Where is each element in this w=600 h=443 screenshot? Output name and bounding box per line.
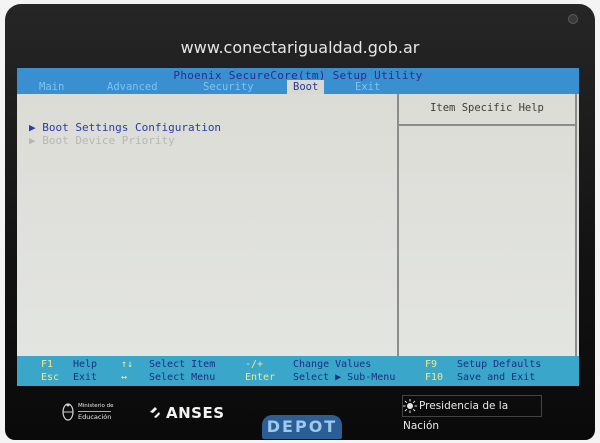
f10-key: F10 — [425, 372, 444, 383]
tab-exit[interactable]: Exit — [349, 80, 386, 94]
f1-key: F1 — [41, 359, 54, 370]
select-submenu-hint: Select ▶ Sub-Menu — [293, 372, 396, 383]
plus-minus-key: -/+ — [245, 359, 264, 370]
setup-defaults-hint: Setup Defaults — [457, 359, 542, 370]
submenu-arrow-icon: ▶ — [29, 134, 36, 147]
sun-emblem-icon — [403, 399, 417, 413]
help-panel-divider — [397, 94, 399, 356]
submenu-arrow-icon: ▶ — [29, 121, 36, 134]
tab-advanced[interactable]: Advanced — [101, 80, 164, 94]
exit-hint: Exit — [73, 372, 98, 383]
anses-text: ANSES — [166, 404, 225, 422]
change-values-hint: Change Values — [293, 359, 372, 370]
select-item-hint: Select Item — [149, 359, 216, 370]
anses-logo: ANSES — [148, 404, 225, 424]
anses-mark-icon — [150, 407, 160, 418]
tab-main[interactable]: Main — [33, 80, 70, 94]
bezel-branding: Ministerio de Educación ANSES DEPOT Pres… — [0, 388, 600, 443]
presidencia-logo: Presidencia de la Nación — [402, 395, 542, 432]
bios-tab-bar: Main Advanced Security Boot Exit — [17, 80, 579, 94]
help-title-rule — [399, 124, 575, 126]
help-hint: Help — [73, 359, 98, 370]
tab-boot[interactable]: Boot — [287, 80, 325, 94]
menu-item-label: Boot Device Priority — [42, 134, 175, 147]
f9-key: F9 — [425, 359, 438, 370]
depot-logo: DEPOT — [262, 415, 342, 439]
webcam-icon — [568, 14, 578, 24]
presidencia-text: Presidencia de la Nación — [403, 400, 509, 432]
ministerio-line1: Ministerio de — [78, 403, 114, 409]
bios-content: ▶ Boot Settings Configuration ▶ Boot Dev… — [17, 94, 579, 356]
bios-screen: Phoenix SecureCore(tm) Setup Utility Mai… — [17, 68, 579, 386]
esc-key: Esc — [41, 372, 60, 383]
menu-item-label: Boot Settings Configuration — [42, 121, 222, 134]
item-specific-help-title: Item Specific Help — [430, 102, 544, 114]
menu-item-boot-device-priority[interactable]: ▶ Boot Device Priority — [29, 134, 175, 148]
bios-title-bar: Phoenix SecureCore(tm) Setup Utility Mai… — [17, 68, 579, 94]
left-right-arrows-icon: ↔ — [121, 372, 128, 383]
coat-of-arms-icon — [62, 403, 74, 421]
ministerio-educacion-logo: Ministerio de Educación — [62, 402, 120, 426]
bezel-url: www.conectarigualdad.gob.ar — [180, 38, 420, 57]
tab-security[interactable]: Security — [197, 80, 260, 94]
select-menu-hint: Select Menu — [149, 372, 216, 383]
enter-key: Enter — [245, 372, 276, 383]
menu-item-boot-settings[interactable]: ▶ Boot Settings Configuration — [29, 121, 221, 135]
save-and-exit-hint: Save and Exit — [457, 372, 536, 383]
help-panel-border — [575, 94, 577, 356]
up-down-arrows-icon: ↑↓ — [121, 359, 134, 370]
bios-key-legend: F1 Help Esc Exit ↑↓ Select Item ↔ Select… — [17, 356, 579, 386]
ministerio-line2: Educación — [78, 411, 112, 421]
